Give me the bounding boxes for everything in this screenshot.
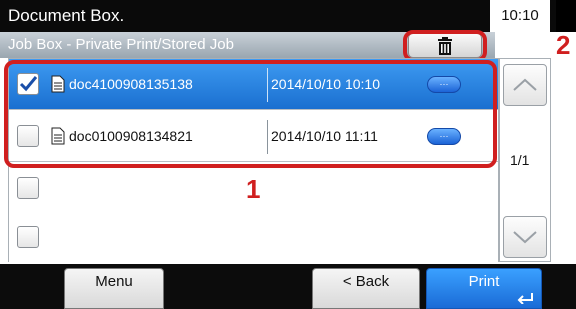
scroll-down-button[interactable]: [503, 216, 547, 258]
chevron-up-icon: [513, 78, 537, 91]
row-checkbox[interactable]: [17, 177, 39, 199]
clock: 10:10: [490, 0, 550, 32]
callout-number-1: 1: [246, 174, 261, 204]
back-button[interactable]: < Back: [312, 268, 420, 309]
app-title: Document Box.: [0, 0, 556, 32]
callout-number-2: 2: [556, 30, 571, 60]
print-label: Print: [468, 273, 500, 290]
chevron-down-icon: [513, 231, 537, 244]
row-checkbox[interactable]: [17, 226, 39, 248]
enter-arrow-icon: [517, 293, 533, 304]
page-indicator: 1/1: [510, 152, 530, 168]
list-item[interactable]: [9, 212, 498, 263]
scroll-up-button[interactable]: [503, 64, 547, 106]
list-callout-frame: [4, 60, 497, 168]
print-button[interactable]: Print: [426, 268, 542, 309]
menu-button[interactable]: Menu: [64, 268, 164, 309]
